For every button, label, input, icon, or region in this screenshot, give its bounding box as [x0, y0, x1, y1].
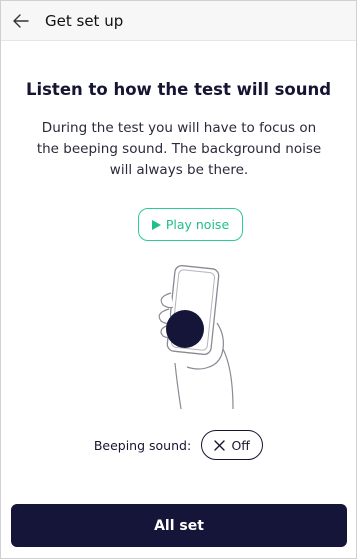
all-set-button[interactable]: All set	[11, 504, 347, 547]
arrow-left-icon	[13, 13, 29, 28]
play-noise-label: Play noise	[165, 217, 230, 232]
beeping-sound-toggle[interactable]: Off	[201, 430, 264, 460]
hand-holding-phone-icon	[158, 264, 234, 410]
page-title: Listen to how the test will sound	[25, 80, 332, 99]
app-screen: Get set up Listen to how the test will s…	[0, 0, 357, 559]
beeping-sound-label: Beeping sound:	[93, 437, 192, 453]
beeping-sound-toggle-label: Off	[231, 437, 250, 453]
beeping-sound-row: Beeping sound: Off	[1, 430, 356, 460]
back-button[interactable]	[1, 1, 41, 41]
play-icon	[151, 219, 161, 230]
page-description: During the test you will have to focus o…	[36, 120, 322, 178]
play-noise-button[interactable]: Play noise	[138, 208, 243, 241]
header: Get set up	[1, 1, 356, 41]
close-icon	[214, 439, 226, 451]
header-title: Get set up	[45, 11, 124, 30]
